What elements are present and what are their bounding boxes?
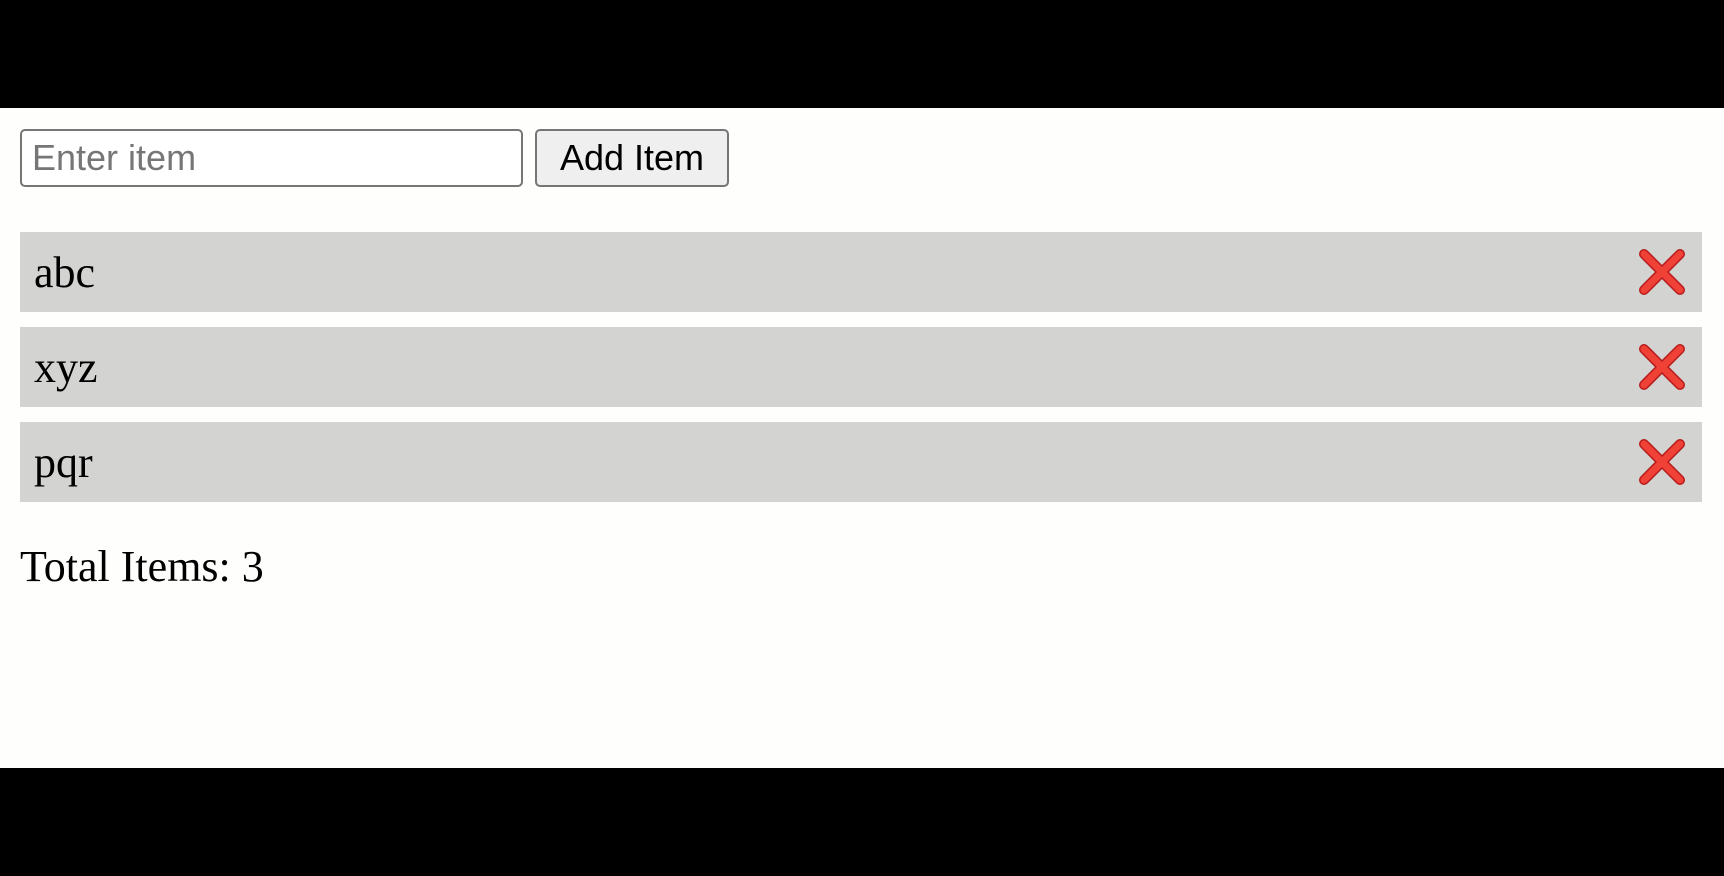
total-items-count: Total Items: 3 (20, 542, 264, 591)
item-list: abc xyz pqr (20, 232, 1702, 517)
delete-item-button[interactable] (1634, 244, 1690, 300)
close-icon (1639, 249, 1685, 295)
item-label: abc (34, 247, 96, 297)
letterbox-bottom (0, 768, 1724, 876)
list-item: xyz (20, 327, 1702, 407)
shopping-list-app: Add Item abc xyz pqr (0, 108, 1724, 768)
list-item: pqr (20, 422, 1702, 502)
item-label: pqr (34, 437, 93, 487)
add-item-form: Add Item (20, 129, 729, 187)
delete-item-button[interactable] (1634, 434, 1690, 490)
item-label: xyz (34, 342, 98, 392)
list-item: abc (20, 232, 1702, 312)
letterbox-top (0, 0, 1724, 108)
close-icon (1639, 439, 1685, 485)
add-item-button[interactable]: Add Item (535, 129, 729, 187)
close-icon (1639, 344, 1685, 390)
item-input[interactable] (20, 129, 523, 187)
delete-item-button[interactable] (1634, 339, 1690, 395)
